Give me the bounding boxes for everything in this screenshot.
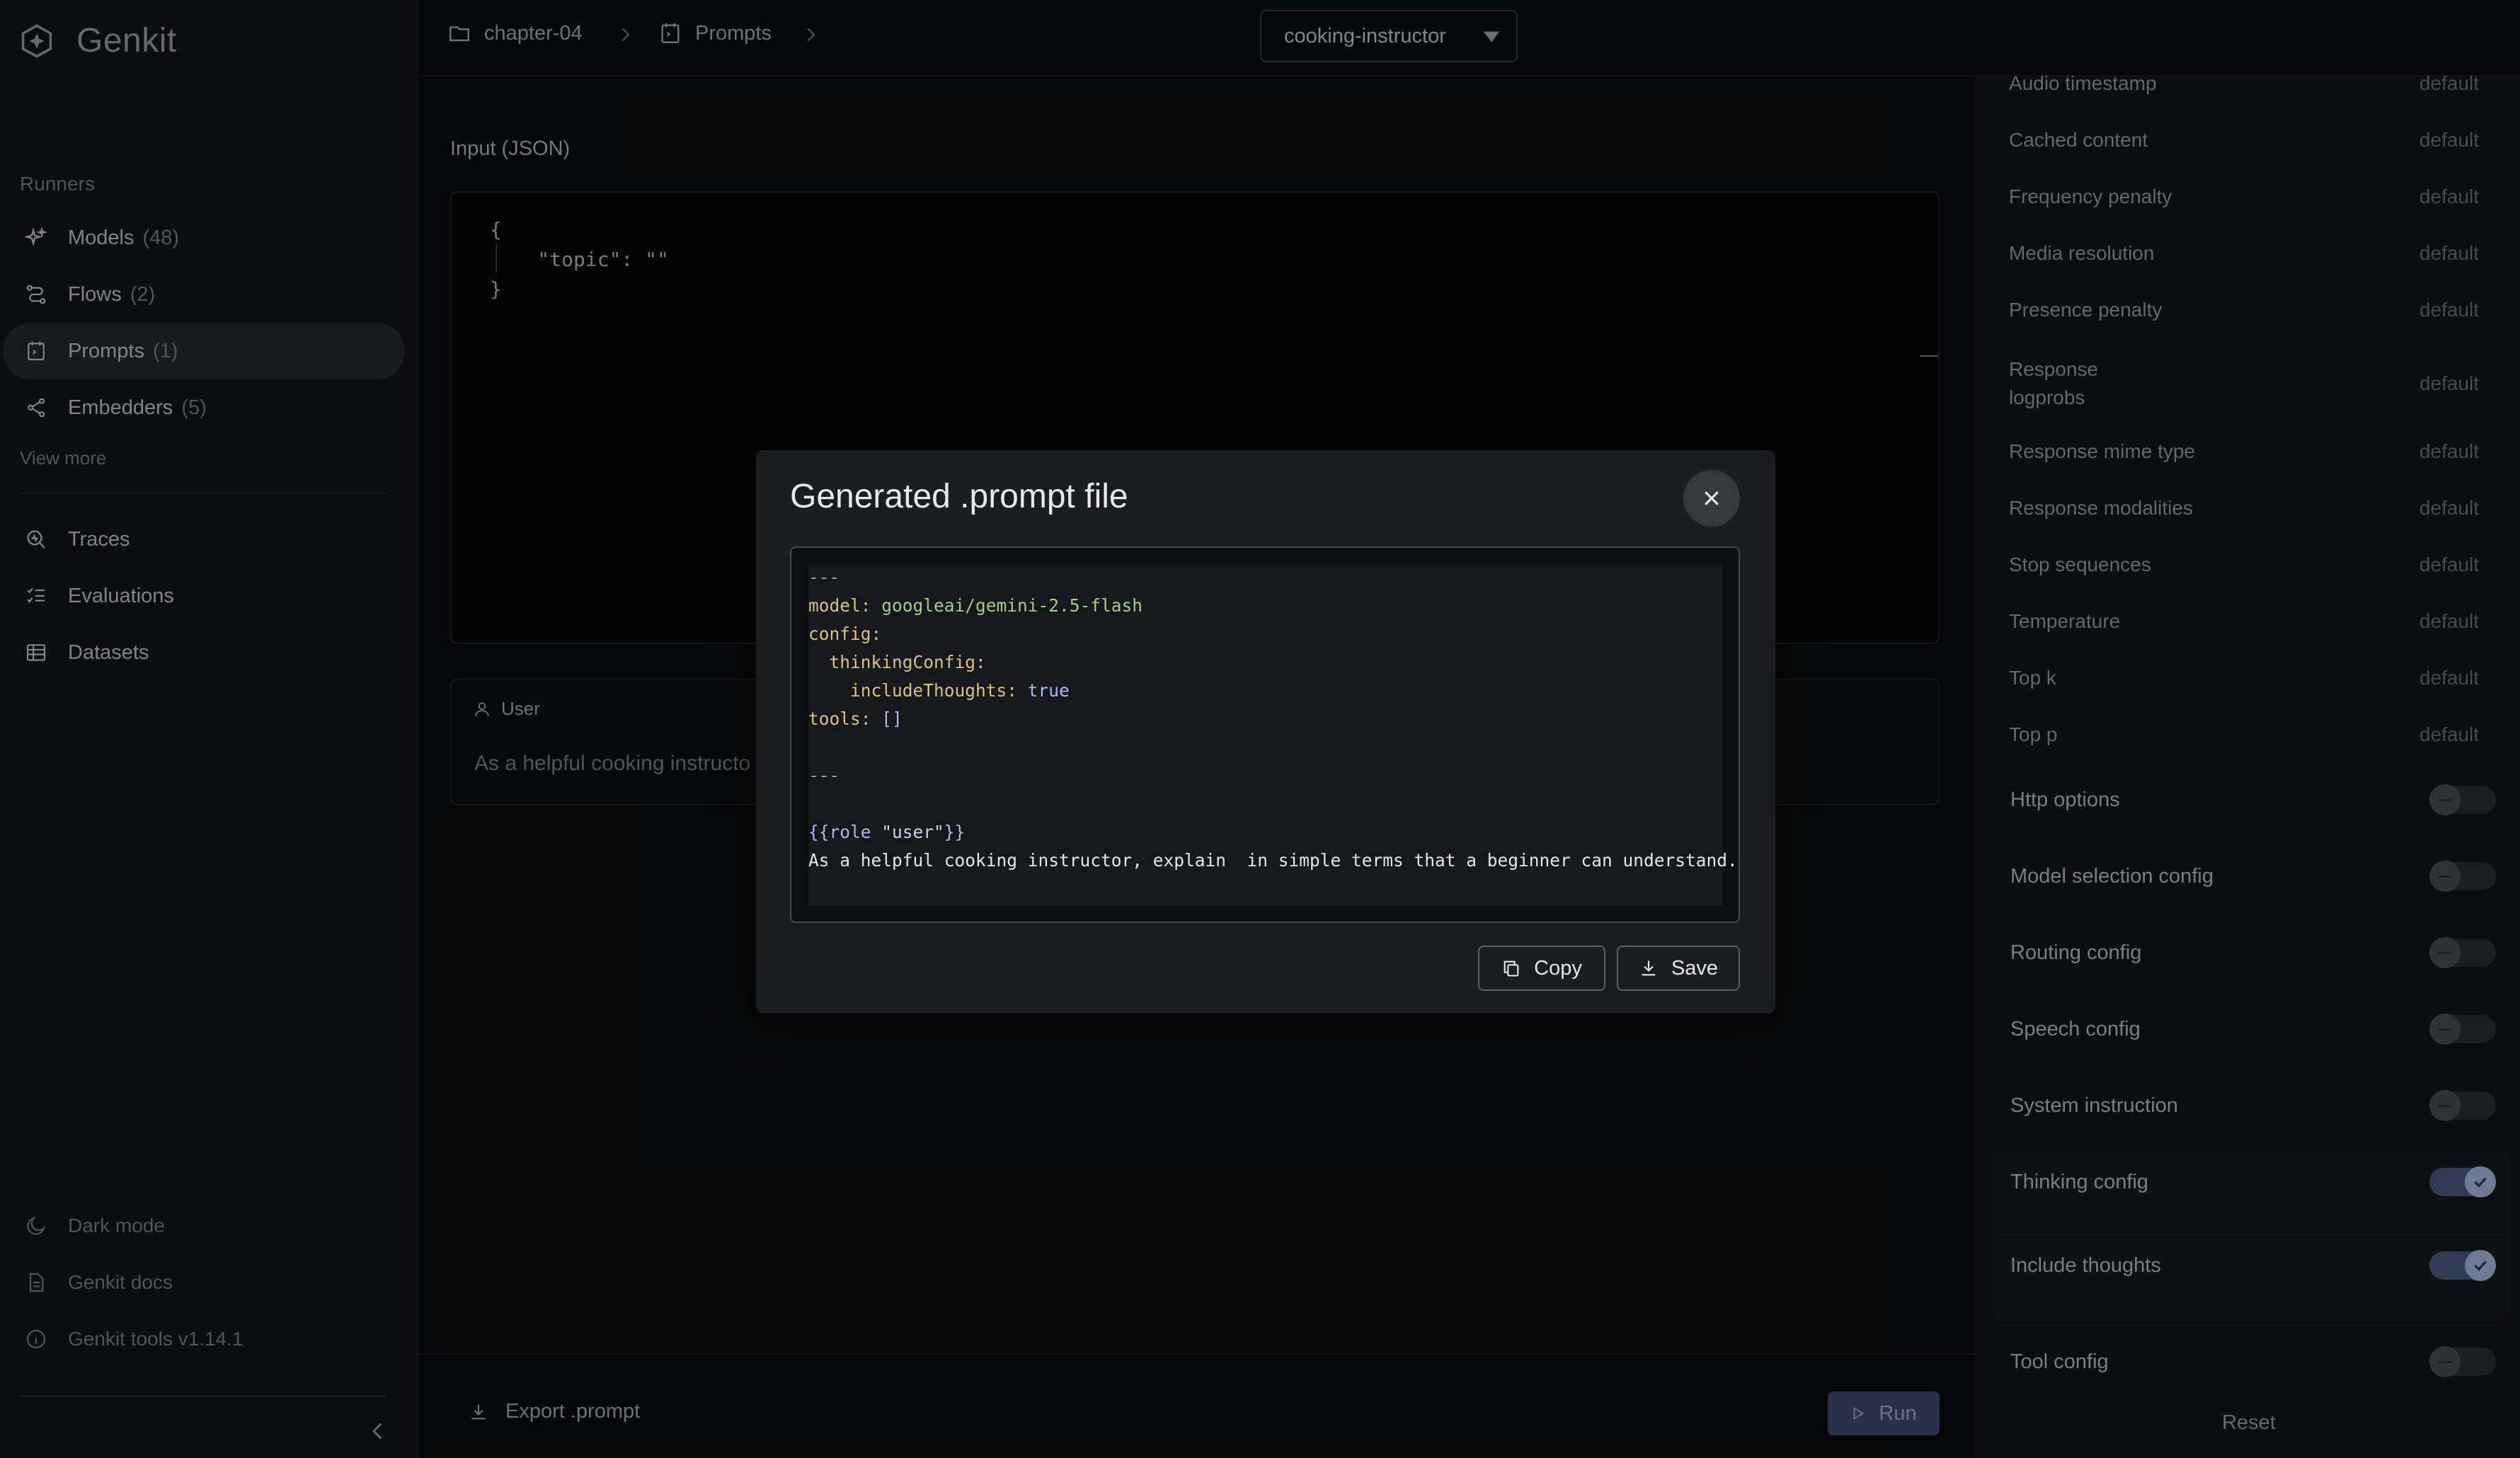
role-helper-value: "user" (881, 822, 944, 842)
prompt-file-code-block[interactable]: --- model: googleai/gemini-2.5-flash con… (790, 546, 1740, 923)
role-helper-close: }} (944, 822, 966, 842)
code-area: --- model: googleai/gemini-2.5-flash con… (808, 563, 1738, 906)
prompt-body-text: As a helpful cooking instructor, explain… (808, 850, 1738, 871)
close-dialog-button[interactable] (1683, 470, 1740, 527)
frontmatter-open: --- (808, 567, 840, 587)
copy-label: Copy (1534, 956, 1582, 980)
tools-key: tools: (808, 708, 871, 729)
model-value: googleai/gemini-2.5-flash (881, 595, 1143, 616)
role-helper-open: {{role (808, 822, 882, 842)
copy-button[interactable]: Copy (1478, 946, 1605, 991)
model-key: model: (808, 595, 871, 616)
generated-prompt-dialog: Generated .prompt file --- model: google… (756, 450, 1775, 1014)
save-label: Save (1671, 956, 1719, 980)
copy-icon (1504, 960, 1519, 977)
include-thoughts-value: true (1027, 680, 1070, 701)
download-icon (1642, 960, 1656, 976)
dialog-title: Generated .prompt file (790, 478, 1128, 515)
prompt-file-code: --- model: googleai/gemini-2.5-flash con… (808, 563, 1738, 875)
thinking-config-key: thinkingConfig: (829, 652, 986, 672)
tools-value: [] (881, 708, 903, 729)
include-thoughts-key: includeThoughts: (850, 680, 1018, 701)
close-icon (1705, 491, 1719, 505)
frontmatter-close: --- (808, 765, 840, 786)
config-key: config: (808, 624, 882, 644)
save-button[interactable]: Save (1617, 946, 1740, 991)
